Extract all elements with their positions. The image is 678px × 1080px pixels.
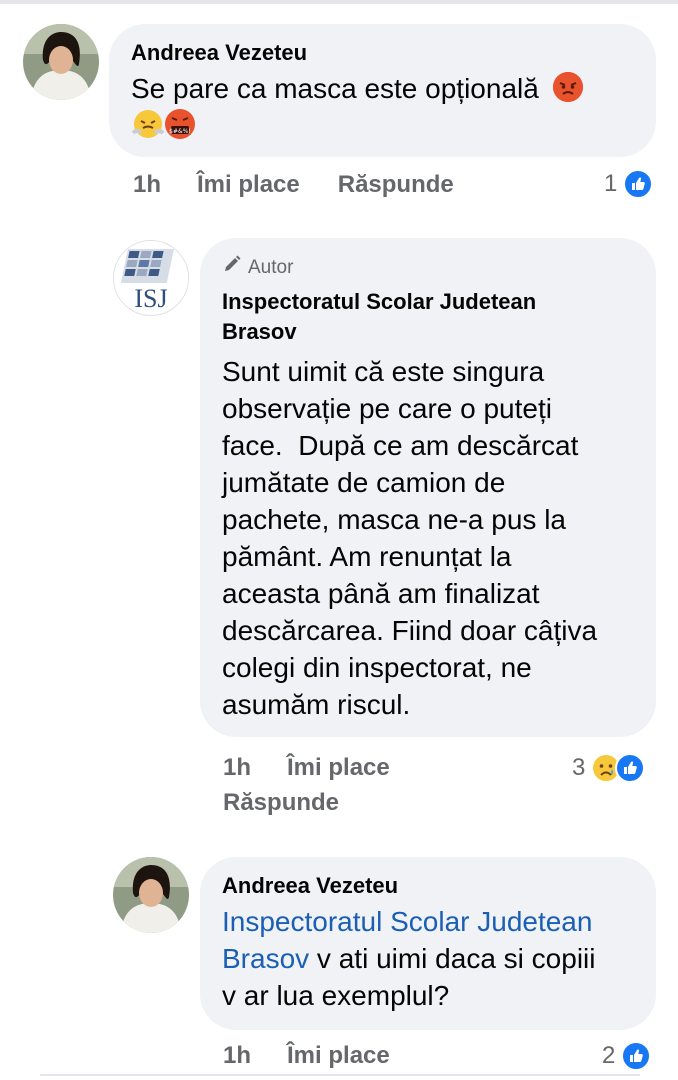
reply-text-line: observație pe care o puteți <box>222 393 552 424</box>
mention-link[interactable]: Inspectoratul Scolar Judetean <box>222 906 592 937</box>
reply-text-line: asumăm riscul. <box>222 689 411 720</box>
reply-text-line: colegi din inspectorat, ne <box>222 652 532 683</box>
comment-text: v ati uimi daca si copiii <box>309 943 596 974</box>
reply-bubble: Autor Inspectoratul Scolar Judetean Bras… <box>200 238 656 737</box>
author-badge-label: Autor <box>248 256 294 278</box>
comment-text: Se pare ca masca este opțională <box>131 73 539 104</box>
comment-bubble: Andreea Vezeteu Inspectoratul Scolar Jud… <box>200 857 656 1030</box>
comment-time[interactable]: 1h <box>223 1042 251 1070</box>
reaction-count: 3 <box>572 754 586 781</box>
reaction-count: 1 <box>604 170 618 197</box>
author-badge: Autor <box>222 254 634 281</box>
avatar[interactable] <box>23 24 99 100</box>
reply-text: Sunt uimit că este singura observație pe… <box>222 353 634 723</box>
reply-actions-row2: Răspunde <box>223 787 339 819</box>
comment-bubble: Andreea Vezeteu Se pare ca masca este op… <box>109 24 656 157</box>
mention-link[interactable]: Brasov <box>222 943 309 974</box>
comment-actions: 1h Îmi place <box>223 1040 390 1072</box>
face-with-steam-icon <box>131 109 165 139</box>
comment-text: v ar lua exemplul? <box>222 980 450 1011</box>
reply-time[interactable]: 1h <box>223 754 251 782</box>
reaction-count: 2 <box>602 1042 616 1069</box>
reply-text-line: pământ. Am renunțat la <box>222 541 512 572</box>
like-button[interactable]: Îmi place <box>197 171 300 199</box>
pencil-icon <box>222 254 242 281</box>
reply-button[interactable]: Răspunde <box>223 789 339 817</box>
reaction-summary[interactable]: 3 <box>572 752 646 784</box>
reply-text-line: pachete, masca ne-a pus la <box>222 504 566 535</box>
reply-author-line1[interactable]: Inspectoratul Scolar Judetean <box>222 287 634 317</box>
reply-actions: 1h Îmi place <box>223 752 390 784</box>
angry-face-icon <box>552 72 583 102</box>
reaction-summary[interactable]: 2 <box>602 1040 652 1072</box>
svg-text:$#&%!: $#&%! <box>169 128 191 135</box>
avatar[interactable] <box>113 857 189 933</box>
like-icon <box>623 169 654 199</box>
reply-text-line: Sunt uimit că este singura <box>222 356 545 387</box>
like-button[interactable]: Îmi place <box>287 1042 390 1070</box>
reply-text-line: jumătate de camion de <box>222 467 506 498</box>
reply-text-line: descărcarea. Fiind doar câțiva <box>222 615 598 646</box>
reaction-summary[interactable]: 1 <box>604 168 654 200</box>
comment-time[interactable]: 1h <box>133 171 161 199</box>
reply-author-line2[interactable]: Brasov <box>222 317 634 347</box>
cursing-face-icon: $#&%! <box>165 109 195 139</box>
page-avatar[interactable]: ISJ <box>113 240 189 316</box>
like-button[interactable]: Îmi place <box>287 754 390 782</box>
reply-button[interactable]: Răspunde <box>338 171 454 199</box>
bottom-divider <box>40 1074 640 1076</box>
page-avatar-label: ISJ <box>134 284 167 313</box>
comment-author[interactable]: Andreea Vezeteu <box>222 871 634 901</box>
top-divider <box>0 0 678 4</box>
reply-text-line: face. După ce am descărcat <box>222 430 579 461</box>
reply-author[interactable]: Inspectoratul Scolar Judetean Brasov <box>222 287 634 347</box>
like-icon <box>621 1041 652 1071</box>
like-icon <box>615 753 646 783</box>
reply-text-line: aceasta până am finalizat <box>222 578 540 609</box>
comment-actions: 1h Îmi place Răspunde <box>133 169 454 201</box>
comment-author[interactable]: Andreea Vezeteu <box>131 38 634 68</box>
